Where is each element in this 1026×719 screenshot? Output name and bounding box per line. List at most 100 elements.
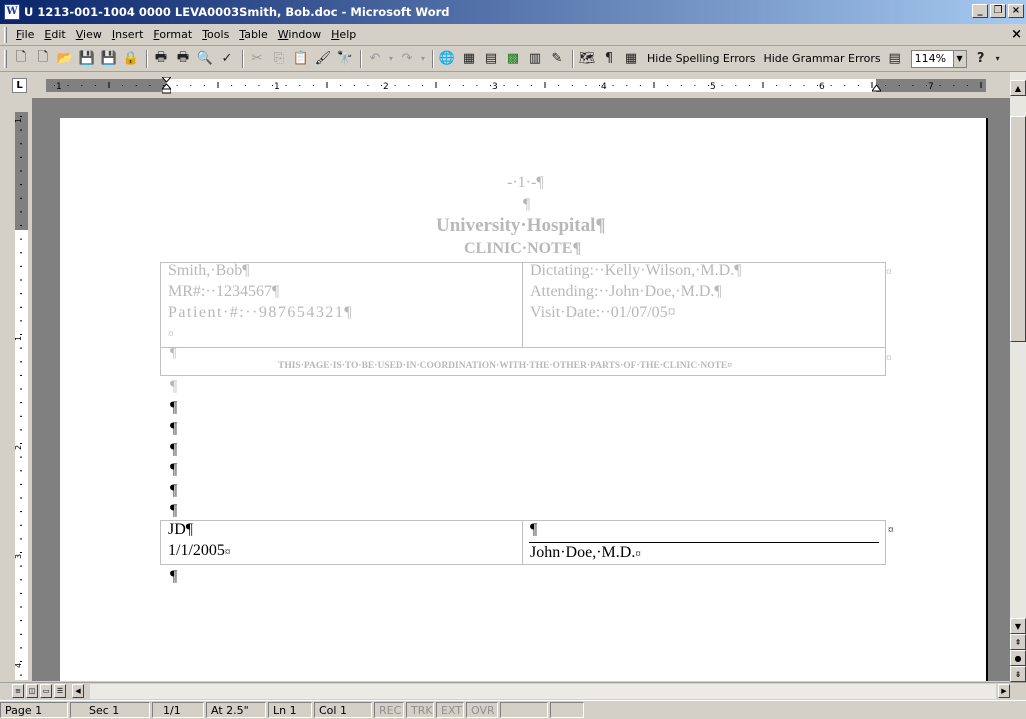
menu-view[interactable]: View [71, 28, 107, 41]
print-preview-icon[interactable]: 🔍 [195, 49, 215, 69]
vertical-scrollbar[interactable]: ▲ ▼ ⇞ ● ⇟ [1010, 72, 1026, 682]
hospital-name[interactable]: University·Hospital¶ [436, 215, 606, 237]
status-rec[interactable]: REC [374, 702, 404, 718]
status-trk[interactable]: TRK [406, 702, 434, 718]
pilcrow-mark[interactable]: ¶ [170, 420, 177, 438]
zoom-select[interactable]: 114% ▼ [910, 49, 967, 68]
status-section[interactable]: Sec 1 [70, 702, 150, 718]
new-blank-icon[interactable]: 🗋 [33, 49, 53, 69]
document-map-icon[interactable]: 🗺 [577, 49, 597, 69]
document-page[interactable]: -·1·-¶ ¶ University·Hospital¶ CLINIC·NOT… [60, 118, 988, 681]
help-icon[interactable]: ? [971, 49, 991, 69]
tab-selector[interactable]: L [12, 78, 27, 93]
close-button[interactable]: × [1008, 4, 1024, 18]
status-spelling[interactable] [550, 702, 584, 718]
status-page-count[interactable]: 1/1 [152, 702, 204, 718]
save-all-icon[interactable]: 💾 [99, 49, 119, 69]
scroll-right-button[interactable]: ▶ [998, 684, 1010, 698]
format-painter-icon[interactable]: 🖌 [313, 49, 333, 69]
status-column[interactable]: Col 1 [314, 702, 372, 718]
scroll-thumb[interactable] [1010, 116, 1026, 342]
menu-tools[interactable]: Tools [197, 28, 234, 41]
normal-view-icon[interactable]: ≡ [12, 684, 24, 698]
spelling-icon[interactable]: ✓ [217, 49, 237, 69]
find-icon[interactable]: 🔭 [335, 49, 355, 69]
drawing-icon[interactable]: ✎ [547, 49, 567, 69]
reading-layout-icon[interactable]: ▤ [885, 49, 905, 69]
redo-icon[interactable]: ↷ [397, 49, 417, 69]
status-ext[interactable]: EXT [436, 702, 464, 718]
pilcrow-mark[interactable]: ¶ [170, 482, 177, 500]
pilcrow-mark[interactable]: ¶ [170, 441, 177, 459]
redo-dropdown-icon[interactable]: ▾ [419, 49, 427, 69]
select-browse-object-icon[interactable]: ● [1010, 650, 1026, 666]
horizontal-scrollbar[interactable]: ≡ ◫ ▭ ☰ ◀ ▶ [0, 682, 1026, 699]
pilcrow-mark[interactable]: ¶ [170, 378, 177, 396]
restore-button[interactable]: ❐ [990, 4, 1006, 18]
document-area[interactable]: -·1·-¶ ¶ University·Hospital¶ CLINIC·NOT… [32, 98, 1010, 681]
previous-page-icon[interactable]: ⇞ [1010, 634, 1026, 650]
status-position[interactable]: At 2.5" [206, 702, 266, 718]
permission-icon[interactable]: 🔒 [121, 49, 141, 69]
right-indent-marker[interactable] [872, 84, 881, 92]
dictating-physician[interactable]: Dictating:··Kelly·Wilson,·M.D.¶ [530, 262, 741, 280]
minimize-button[interactable]: _ [972, 4, 988, 18]
word-app-icon[interactable]: W [4, 4, 20, 20]
menu-table[interactable]: Table [234, 28, 272, 41]
status-line[interactable]: Ln 1 [268, 702, 312, 718]
hyperlink-icon[interactable]: 🌐 [437, 49, 457, 69]
menu-window[interactable]: Window [273, 28, 326, 41]
print-icon-2[interactable]: 🖶 [173, 49, 193, 69]
undo-dropdown-icon[interactable]: ▾ [387, 49, 395, 69]
pilcrow-mark[interactable]: ¶ [170, 461, 177, 479]
status-language[interactable] [500, 702, 548, 718]
paste-icon[interactable]: 📋 [291, 49, 311, 69]
final-pilcrow[interactable]: ¶ [170, 568, 177, 586]
status-ovr[interactable]: OVR [466, 702, 498, 718]
print-layout-icon[interactable]: ▭ [40, 684, 52, 698]
copy-icon[interactable]: ⎘ [269, 49, 289, 69]
menu-file[interactable]: File [11, 28, 39, 41]
insert-excel-icon[interactable]: ▩ [503, 49, 523, 69]
pilcrow-mark[interactable]: ¶ [170, 502, 177, 520]
new-icon[interactable]: 🗋 [11, 49, 31, 69]
document-close-button[interactable]: × [1011, 27, 1022, 42]
hide-grammar-errors-button[interactable]: Hide Grammar Errors [759, 52, 884, 65]
status-page[interactable]: Page 1 [0, 702, 68, 718]
pilcrow-mark[interactable]: ¶ [170, 399, 177, 417]
signature-date[interactable]: 1/1/2005¤ [168, 542, 230, 560]
insert-table-icon[interactable]: ▤ [481, 49, 501, 69]
patient-name[interactable]: Smith,·Bob¶ [168, 262, 249, 280]
blank-paragraph-mark[interactable]: ¶ [523, 196, 530, 214]
toolbar-grip[interactable] [4, 49, 7, 68]
tables-borders-icon[interactable]: ▦ [459, 49, 479, 69]
page-number[interactable]: -·1·-¶ [507, 174, 544, 192]
clinic-note-heading[interactable]: CLINIC·NOTE¶ [464, 240, 581, 258]
gridlines-icon[interactable]: ▦ [621, 49, 641, 69]
mr-number[interactable]: MR#:··1234567¶ [168, 283, 279, 301]
menu-help[interactable]: Help [326, 28, 361, 41]
menu-edit[interactable]: Edit [39, 28, 70, 41]
author-initials[interactable]: JD¶ [168, 521, 193, 539]
columns-icon[interactable]: ▥ [525, 49, 545, 69]
undo-icon[interactable]: ↶ [365, 49, 385, 69]
web-layout-icon[interactable]: ◫ [26, 684, 38, 698]
save-icon[interactable]: 💾 [77, 49, 97, 69]
horizontal-ruler[interactable]: 1 1 2 3 4 5 6 7 [46, 77, 986, 94]
cut-icon[interactable]: ✂ [247, 49, 267, 69]
first-line-indent-marker[interactable] [162, 77, 171, 94]
scroll-up-button[interactable]: ▲ [1010, 80, 1026, 96]
patient-number[interactable]: Patient·#:··987654321¶ [168, 304, 353, 322]
menu-format[interactable]: Format [148, 28, 197, 41]
signature-name[interactable]: John·Doe,·M.D.¤ [530, 544, 641, 562]
attending-physician[interactable]: Attending:··John·Doe,·M.D.¶ [530, 283, 722, 301]
hide-spelling-errors-button[interactable]: Hide Spelling Errors [643, 52, 759, 65]
show-hide-icon[interactable]: ¶ [599, 49, 619, 69]
toolbar-options-icon[interactable]: ▾ [993, 49, 1003, 69]
signature-line-pilcrow[interactable]: ¶ [530, 521, 537, 539]
scroll-down-button[interactable]: ▼ [1010, 618, 1026, 634]
coordination-note[interactable]: THIS·PAGE·IS·TO·BE·USED·IN·COORDINATION·… [278, 361, 732, 371]
print-icon[interactable]: 🖶 [151, 49, 171, 69]
open-icon[interactable]: 📂 [55, 49, 75, 69]
menubar-grip[interactable] [4, 26, 7, 43]
